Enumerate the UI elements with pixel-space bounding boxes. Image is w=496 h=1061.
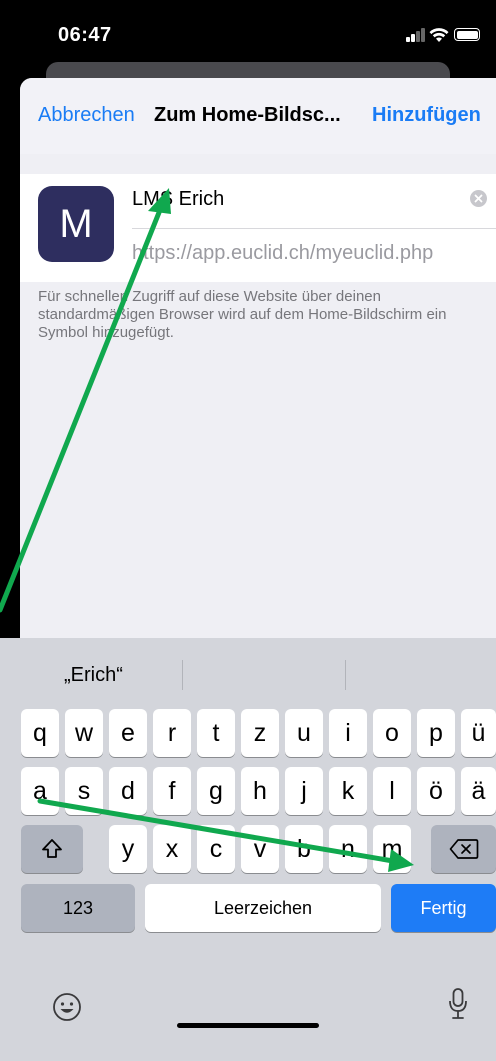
delete-icon — [449, 839, 478, 859]
suggestion-item[interactable]: „Erich“ — [64, 638, 123, 712]
cellular-signal-icon — [406, 26, 426, 42]
key-r[interactable]: r — [153, 709, 191, 757]
key-z[interactable]: z — [241, 709, 279, 757]
done-key[interactable]: Fertig — [391, 884, 496, 932]
key-e[interactable]: e — [109, 709, 147, 757]
suggestion-divider — [345, 660, 346, 690]
screen: 06:47 Abbrechen Zum Home-Bildsc... Hinzu… — [0, 0, 496, 1061]
clear-icon[interactable] — [470, 190, 487, 207]
wifi-icon — [429, 28, 449, 42]
emoji-button[interactable] — [50, 990, 84, 1024]
key-i[interactable]: i — [329, 709, 367, 757]
key-x[interactable]: x — [153, 825, 191, 873]
add-button[interactable]: Hinzufügen — [372, 104, 481, 127]
shift-key[interactable] — [21, 825, 83, 873]
key-n[interactable]: n — [329, 825, 367, 873]
key-f[interactable]: f — [153, 767, 191, 815]
emoji-icon — [53, 993, 81, 1021]
bookmark-card: M LMS Erich https://app.euclid.ch/myeucl… — [20, 174, 496, 282]
nav-bar: Abbrechen Zum Home-Bildsc... Hinzufügen — [20, 78, 496, 154]
status-icons — [406, 26, 480, 44]
description-text: Für schnellen Zugriff auf diese Website … — [38, 288, 447, 341]
key-t[interactable]: t — [197, 709, 235, 757]
key-q[interactable]: q — [21, 709, 59, 757]
cancel-button[interactable]: Abbrechen — [38, 104, 135, 127]
key-s[interactable]: s — [65, 767, 103, 815]
key-p[interactable]: p — [417, 709, 455, 757]
numbers-key[interactable]: 123 — [21, 884, 135, 932]
suggestion-divider — [182, 660, 183, 690]
dictation-button[interactable] — [446, 986, 470, 1022]
key-a[interactable]: a — [21, 767, 59, 815]
keyboard: „Erich“ q w e r t z u i o p ü a s d f g … — [0, 638, 496, 1061]
key-oe[interactable]: ö — [417, 767, 455, 815]
key-m[interactable]: m — [373, 825, 411, 873]
key-c[interactable]: c — [197, 825, 235, 873]
key-b[interactable]: b — [285, 825, 323, 873]
key-u[interactable]: u — [285, 709, 323, 757]
key-l[interactable]: l — [373, 767, 411, 815]
key-ue[interactable]: ü — [461, 709, 496, 757]
url-label: https://app.euclid.ch/myeuclid.php — [132, 242, 434, 264]
key-d[interactable]: d — [109, 767, 147, 815]
key-ae[interactable]: ä — [461, 767, 496, 815]
key-k[interactable]: k — [329, 767, 367, 815]
key-j[interactable]: j — [285, 767, 323, 815]
space-key[interactable]: Leerzeichen — [145, 884, 381, 932]
key-w[interactable]: w — [65, 709, 103, 757]
app-icon: M — [38, 186, 114, 262]
shift-icon — [42, 839, 62, 858]
key-o[interactable]: o — [373, 709, 411, 757]
home-indicator — [177, 1023, 319, 1028]
battery-icon — [454, 28, 480, 41]
key-g[interactable]: g — [197, 767, 235, 815]
status-time: 06:47 — [58, 24, 112, 46]
key-y[interactable]: y — [109, 825, 147, 873]
key-v[interactable]: v — [241, 825, 279, 873]
divider — [132, 228, 496, 229]
delete-key[interactable] — [431, 825, 496, 873]
key-h[interactable]: h — [241, 767, 279, 815]
name-input[interactable]: LMS Erich — [132, 184, 432, 214]
microphone-icon — [449, 988, 467, 1019]
page-title: Zum Home-Bildsc... — [154, 104, 341, 126]
